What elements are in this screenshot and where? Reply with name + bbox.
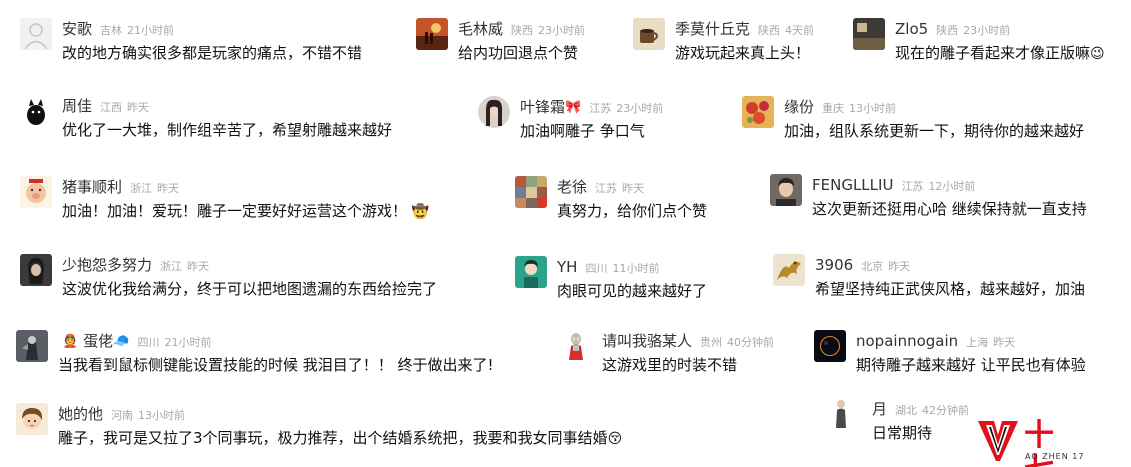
username[interactable]: 她的他 — [58, 405, 103, 423]
logo-v-mark-icon — [978, 421, 1018, 461]
user-avatar[interactable] — [560, 330, 592, 362]
kiss-emoji: 😚 — [607, 431, 623, 447]
user-avatar[interactable] — [515, 176, 547, 208]
timestamp: 昨天 — [157, 182, 180, 195]
user-avatar[interactable] — [814, 330, 846, 362]
location: 陕西 — [511, 24, 534, 37]
username[interactable]: nopainnogain — [856, 332, 958, 350]
username[interactable]: 叶锋霜 — [520, 98, 565, 116]
timestamp: 23小时前 — [538, 24, 586, 37]
user-avatar[interactable] — [633, 18, 665, 50]
location: 上海 — [966, 336, 989, 349]
avatar-badge-icon: 👲 — [62, 334, 79, 349]
user-avatar[interactable] — [770, 174, 802, 206]
timestamp: 42分钟前 — [922, 404, 970, 417]
user-avatar[interactable] — [830, 398, 852, 430]
user-avatar[interactable] — [515, 256, 547, 288]
location: 重庆 — [822, 102, 845, 115]
timestamp: 23小时前 — [616, 102, 664, 115]
ribbon-badge-icon: 🎀 — [565, 100, 582, 115]
user-avatar[interactable] — [20, 254, 52, 286]
username[interactable]: Zlo5 — [895, 20, 928, 38]
location: 吉林 — [100, 24, 123, 37]
timestamp: 昨天 — [888, 260, 911, 273]
user-avatar[interactable] — [773, 254, 805, 286]
comment-text: 当我看到鼠标侧键能设置技能的时候 我泪目了！！ 终于做出来了! — [58, 356, 494, 374]
comment-text: 优化了一大堆，制作组辛苦了，希望射雕越来越好 — [62, 121, 393, 139]
comment-text: 给内功回退点个赞 — [458, 44, 579, 62]
user-avatar[interactable] — [853, 18, 885, 50]
comment-text: 游戏玩起来真上头！ — [675, 44, 811, 62]
username[interactable]: 毛林威 — [458, 20, 503, 38]
timestamp: 13小时前 — [849, 102, 897, 115]
username[interactable]: 3906 — [815, 256, 853, 274]
location: 江苏 — [589, 102, 612, 115]
username[interactable]: 猪事顺利 — [62, 178, 122, 196]
username[interactable]: 季莫什丘克 — [675, 20, 750, 38]
username[interactable]: 缘份 — [784, 98, 814, 116]
user-avatar[interactable] — [478, 96, 510, 128]
comment-text: 改的地方确实很多都是玩家的痛点，不错不错 — [62, 44, 363, 62]
cap-badge-icon: 🧢 — [113, 334, 130, 349]
username[interactable]: 少抱怨多努力 — [62, 256, 152, 274]
timestamp: 4天前 — [785, 24, 815, 37]
timestamp: 昨天 — [187, 260, 210, 273]
timestamp: 昨天 — [127, 101, 150, 114]
user-avatar[interactable] — [16, 330, 48, 362]
user-avatar[interactable] — [416, 18, 448, 50]
comment-text: 这次更新还挺用心哈 继续保持就一直支持 — [812, 200, 1087, 218]
user-avatar[interactable] — [16, 403, 48, 435]
user-avatar[interactable] — [20, 176, 52, 208]
username[interactable]: FENGLLLIU — [812, 176, 893, 194]
comment-text: 这波优化我给满分，终于可以把地图遗漏的东西给捡完了 — [62, 280, 438, 298]
timestamp: 昨天 — [993, 336, 1016, 349]
comment-text: 真努力，给你们点个赞 — [557, 202, 708, 220]
location: 河南 — [111, 409, 134, 422]
timestamp: 12小时前 — [928, 180, 976, 193]
location: 北京 — [861, 260, 884, 273]
location: 浙江 — [160, 260, 183, 273]
comment-text: 加油！加油！爱玩！雕子一定要好好运营这个游戏！ — [62, 202, 408, 220]
timestamp: 13小时前 — [138, 409, 186, 422]
location: 贵州 — [700, 336, 723, 349]
username[interactable]: 周佳 — [62, 97, 92, 115]
user-avatar[interactable] — [20, 95, 52, 127]
timestamp: 40分钟前 — [727, 336, 775, 349]
username[interactable]: 请叫我骆某人 — [602, 332, 692, 350]
timestamp: 11小时前 — [612, 262, 660, 275]
timestamp: 昨天 — [622, 182, 645, 195]
location: 湖北 — [895, 404, 918, 417]
username[interactable]: 老徐 — [557, 178, 587, 196]
comment-text: 现在的雕子看起来才像正版嘛 — [895, 44, 1091, 62]
location: 四川 — [585, 262, 608, 275]
comment-text: 日常期待 — [872, 424, 933, 442]
logo-subtext: AO ZHEN 17 — [1025, 452, 1085, 461]
wink-emoji: 😉 — [1090, 46, 1105, 62]
location: 陕西 — [936, 24, 959, 37]
watermark-logo: 十七 AO ZHEN 17 — [978, 419, 1090, 467]
comment-text: 雕子，我可是又拉了3个同事玩，极力推荐，出个结婚系统把，我要和我女同事结婚 — [58, 429, 608, 447]
comment-text: 加油啊雕子 争口气 — [520, 122, 645, 140]
comment-text: 肉眼可见的越来越好了 — [557, 282, 708, 300]
username[interactable]: YH — [557, 258, 577, 276]
timestamp: 21小时前 — [164, 336, 212, 349]
location: 江苏 — [595, 182, 618, 195]
user-avatar[interactable] — [742, 96, 774, 128]
comment-text: 这游戏里的时装不错 — [602, 356, 738, 374]
location: 江西 — [100, 101, 123, 114]
timestamp: 23小时前 — [963, 24, 1011, 37]
comment-text: 期待雕子越来越好 让平民也有体验 — [856, 356, 1086, 374]
user-avatar[interactable] — [20, 18, 52, 50]
location: 陕西 — [758, 24, 781, 37]
location: 四川 — [137, 336, 160, 349]
username[interactable]: 安歌 — [62, 20, 92, 38]
comment-text: 希望坚持纯正武侠风格，越来越好，加油 — [815, 280, 1086, 298]
cowboy-emoji: 🤠 — [411, 204, 430, 220]
location: 浙江 — [130, 182, 153, 195]
timestamp: 21小时前 — [127, 24, 175, 37]
username[interactable]: 月 — [872, 400, 887, 418]
comment-text: 加油，组队系统更新一下，期待你的越来越好 — [784, 122, 1085, 140]
username[interactable]: 蛋佬 — [83, 332, 113, 350]
location: 江苏 — [901, 180, 924, 193]
